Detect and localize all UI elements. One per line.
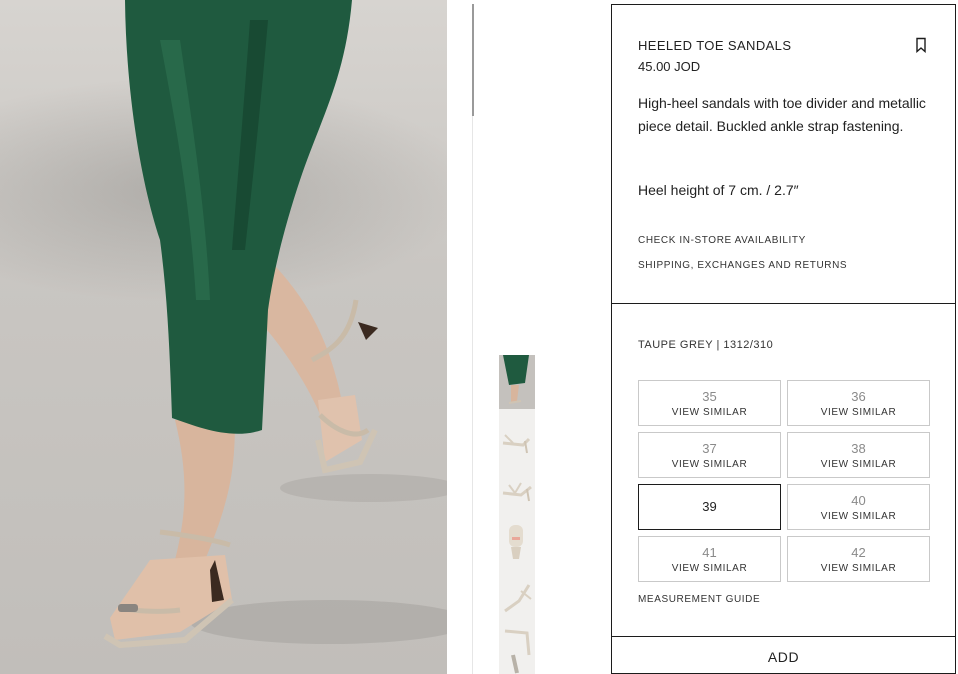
size-number: 37 <box>702 441 717 456</box>
thumbnail-sandal-angle[interactable] <box>499 463 535 517</box>
thumbnail-sandal-side[interactable] <box>499 409 535 463</box>
thumbnail-strip <box>499 355 535 674</box>
size-option-39[interactable]: 39 <box>638 484 781 530</box>
bookmark-icon[interactable] <box>914 37 928 53</box>
size-option-42[interactable]: 42 VIEW SIMILAR <box>787 536 930 582</box>
product-info-panel: HEELED TOE SANDALS 45.00 JOD High-heel s… <box>611 4 956 303</box>
size-number: 42 <box>851 545 866 560</box>
size-option-36[interactable]: 36 VIEW SIMILAR <box>787 380 930 426</box>
size-number: 38 <box>851 441 866 456</box>
check-store-availability-link[interactable]: CHECK IN-STORE AVAILABILITY <box>638 235 806 246</box>
product-description: High-heel sandals with toe divider and m… <box>638 95 926 134</box>
image-scroll-thumb[interactable] <box>472 4 474 116</box>
product-price: 45.00 JOD <box>638 59 701 74</box>
view-similar-label: VIEW SIMILAR <box>671 459 748 470</box>
thumbnail-sandal-top[interactable] <box>499 571 535 625</box>
heel-height: Heel height of 7 cm. / 2.7″ <box>638 182 799 198</box>
view-similar-label: VIEW SIMILAR <box>671 407 748 418</box>
size-option-35[interactable]: 35 VIEW SIMILAR <box>638 380 781 426</box>
size-number: 40 <box>851 493 866 508</box>
size-selector-panel: TAUPE GREY | 1312/310 35 VIEW SIMILAR 36… <box>611 303 956 637</box>
size-option-41[interactable]: 41 VIEW SIMILAR <box>638 536 781 582</box>
view-similar-label: VIEW SIMILAR <box>671 563 748 574</box>
shipping-returns-link[interactable]: SHIPPING, EXCHANGES AND RETURNS <box>638 260 847 271</box>
view-similar-label: VIEW SIMILAR <box>820 459 897 470</box>
size-option-40[interactable]: 40 VIEW SIMILAR <box>787 484 930 530</box>
view-similar-label: VIEW SIMILAR <box>820 511 897 522</box>
size-option-38[interactable]: 38 VIEW SIMILAR <box>787 432 930 478</box>
measurement-guide-link[interactable]: MEASUREMENT GUIDE <box>638 594 760 605</box>
size-number: 35 <box>702 389 717 404</box>
add-to-cart-button[interactable]: ADD <box>611 637 956 674</box>
size-grid: 35 VIEW SIMILAR 36 VIEW SIMILAR 37 VIEW … <box>638 380 930 582</box>
color-reference: TAUPE GREY | 1312/310 <box>638 339 774 351</box>
size-number: 39 <box>702 499 717 514</box>
thumbnail-sandal-front[interactable] <box>499 517 535 571</box>
size-number: 36 <box>851 389 866 404</box>
thumbnail-sandal-heel[interactable] <box>499 625 535 674</box>
size-option-37[interactable]: 37 VIEW SIMILAR <box>638 432 781 478</box>
view-similar-label: VIEW SIMILAR <box>820 563 897 574</box>
model-wearing-sandals-illustration <box>103 0 447 649</box>
size-number: 41 <box>702 545 717 560</box>
thumbnail-model-legs[interactable] <box>499 355 535 409</box>
view-similar-label: VIEW SIMILAR <box>820 407 897 418</box>
main-product-photo[interactable] <box>0 0 447 674</box>
product-title: HEELED TOE SANDALS <box>638 38 792 53</box>
